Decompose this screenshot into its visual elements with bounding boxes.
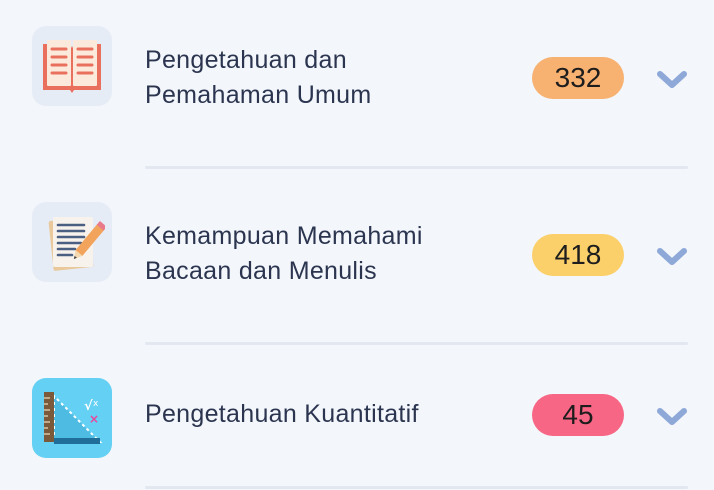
ruler-math-icon: √ x × [32,378,112,458]
subject-title-line1: Pengetahuan dan [145,46,347,74]
count-badge: 45 [532,394,624,436]
subject-row-kuantitatif[interactable]: √ x × Pengetahuan Kuantitatif 45 [0,345,714,490]
subject-title-line2: Bacaan dan Menulis [145,257,377,285]
subject-title-line1: Pengetahuan Kuantitatif [145,400,419,428]
open-book-icon [32,26,112,106]
subject-title-line1: Kemampuan Memahami [145,222,423,250]
subject-title: Pengetahuan dan Pemahaman Umum [145,43,505,113]
svg-text:×: × [89,412,99,426]
subject-title: Pengetahuan Kuantitatif [145,397,505,432]
row-divider [145,166,688,169]
chevron-down-icon[interactable] [656,246,688,268]
subject-list: Pengetahuan dan Pemahaman Umum 332 Kemam… [0,0,714,490]
subject-title: Kemampuan Memahami Bacaan dan Menulis [145,219,505,289]
row-divider [145,486,688,489]
chevron-down-icon[interactable] [656,406,688,428]
subject-row-pengetahuan-umum[interactable]: Pengetahuan dan Pemahaman Umum 332 [0,0,714,170]
svg-text:x: x [93,399,99,409]
document-pencil-icon [32,202,112,282]
count-badge: 332 [532,57,624,99]
subject-row-membaca-menulis[interactable]: Kemampuan Memahami Bacaan dan Menulis 41… [0,170,714,345]
subject-title-line2: Pemahaman Umum [145,81,372,109]
chevron-down-icon[interactable] [656,69,688,91]
count-badge: 418 [532,234,624,276]
